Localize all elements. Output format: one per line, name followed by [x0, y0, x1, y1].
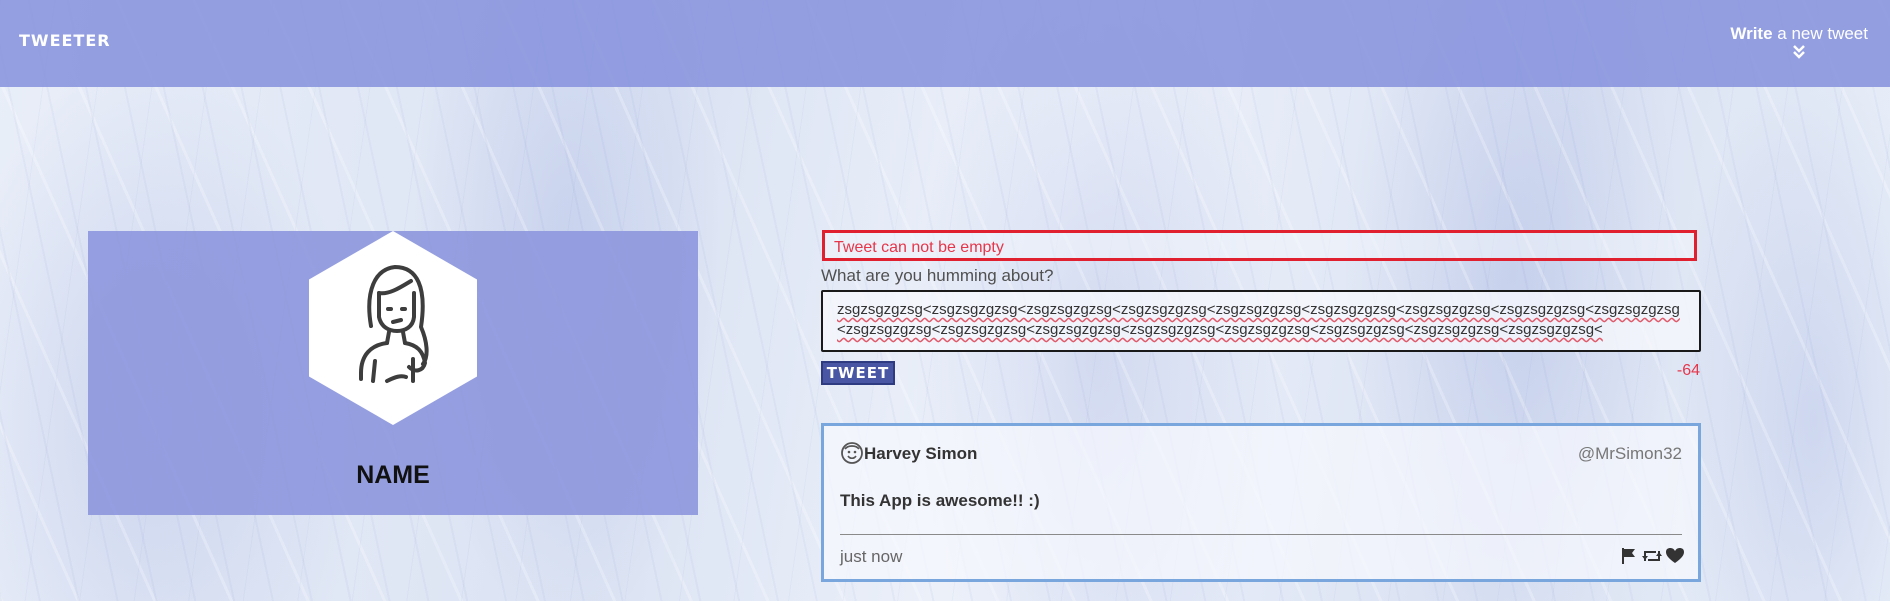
character-counter: -64 — [1676, 362, 1700, 379]
write-link-bold: Write — [1730, 24, 1773, 43]
write-link-rest: a new tweet — [1772, 24, 1868, 43]
double-chevron-down-icon — [1793, 45, 1806, 59]
error-message: Tweet can not be empty — [834, 239, 1004, 256]
tweet-author-handle[interactable]: @MrSimon32 — [1578, 444, 1682, 464]
retweet-icon[interactable] — [1641, 547, 1663, 565]
tweet-button[interactable]: TWEET — [821, 361, 895, 385]
tweet-card: Harvey Simon @MrSimon32 This App is awes… — [821, 423, 1701, 582]
brand-logo[interactable]: TWEETER — [19, 31, 111, 50]
profile-name: NAME — [356, 461, 430, 489]
tweet-timestamp: just now — [840, 547, 903, 566]
profile-card: NAME — [88, 231, 698, 515]
compose-prompt-label: What are you humming about? — [821, 266, 1054, 285]
flag-icon[interactable] — [1620, 547, 1638, 565]
tweet-divider — [840, 534, 1682, 535]
top-nav-bar: TWEETER Write a new tweet — [0, 0, 1890, 87]
smiling-face-icon — [841, 442, 863, 464]
heart-icon[interactable] — [1666, 547, 1684, 565]
tweet-author-name[interactable]: Harvey Simon — [864, 444, 977, 464]
tweet-textarea[interactable]: zsgzsgzgzsg<zsgzsgzgzsg<zsgzsgzgzsg<zsgz… — [821, 290, 1701, 352]
write-new-tweet-link[interactable]: Write a new tweet — [1730, 24, 1868, 60]
error-message-box: Tweet can not be empty — [822, 230, 1697, 261]
tweet-actions — [1620, 547, 1684, 565]
tweet-text: This App is awesome!! :) — [840, 491, 1040, 510]
profile-avatar — [309, 231, 477, 425]
